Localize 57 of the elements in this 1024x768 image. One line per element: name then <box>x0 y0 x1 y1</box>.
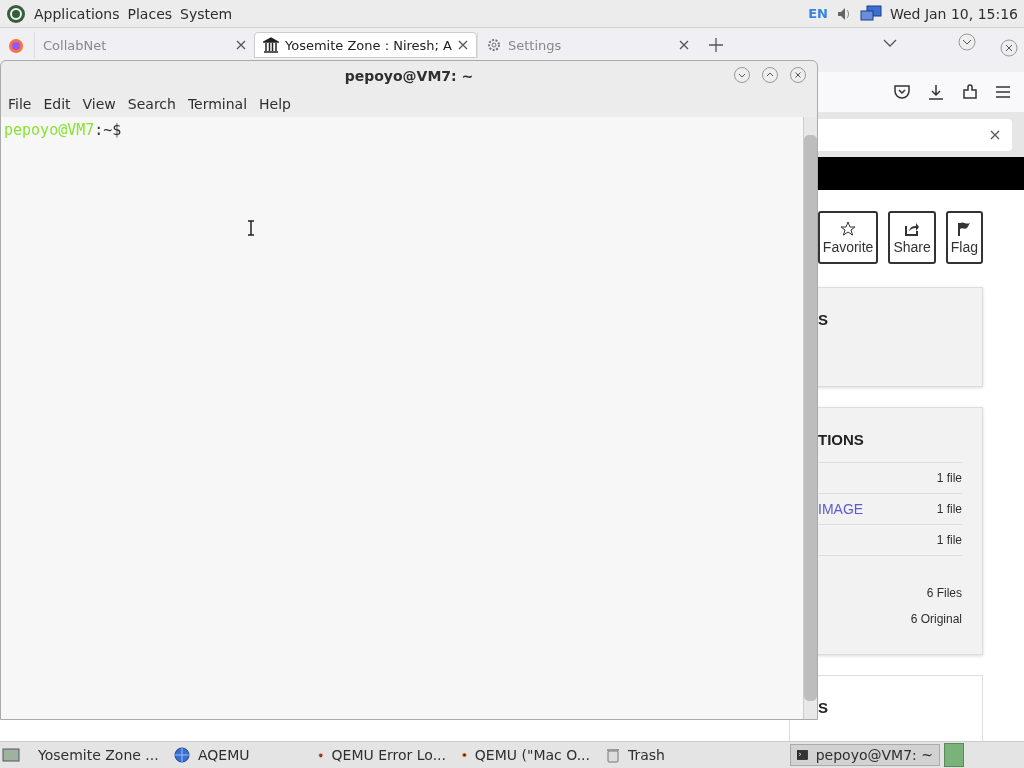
menu-item[interactable]: Search <box>127 94 176 114</box>
download-icon[interactable] <box>928 84 944 100</box>
close-icon[interactable] <box>679 40 689 50</box>
trash-icon <box>606 747 620 763</box>
star-icon <box>840 220 857 237</box>
panel-menu[interactable]: Applications <box>34 3 120 24</box>
card-heading: S <box>818 311 829 328</box>
close-icon[interactable] <box>789 66 807 84</box>
taskbar-item[interactable]: QEMU Error Lo... <box>312 744 452 766</box>
scrollbar[interactable] <box>803 117 817 719</box>
menu-item[interactable]: View <box>82 94 116 114</box>
panel-menu[interactable]: System <box>180 3 233 24</box>
total-count: 6 Files <box>925 586 962 602</box>
action-button[interactable]: Share <box>888 211 936 264</box>
close-icon[interactable] <box>990 129 1000 140</box>
workspace-switcher[interactable] <box>944 743 964 767</box>
pocket-icon[interactable] <box>894 84 910 100</box>
taskbar-item[interactable]: AQEMU <box>168 744 308 766</box>
menu-icon[interactable] <box>996 86 1010 98</box>
close-icon[interactable] <box>999 38 1019 58</box>
chevron-down-icon[interactable] <box>883 38 897 48</box>
card-heading: TIONS <box>818 431 865 448</box>
taskbar-item[interactable]: Yosemite Zone ... <box>24 744 164 766</box>
action-button[interactable]: Flag <box>945 211 983 264</box>
file-count: 1 file <box>936 502 962 516</box>
panel-menu[interactable]: Places <box>127 3 173 24</box>
card-heading: S <box>818 699 829 716</box>
flag-icon <box>957 220 972 237</box>
terminal-prompt: pepoyo@VM7:~$ <box>4 121 123 139</box>
network-icon[interactable] <box>859 4 882 23</box>
file-count: 1 file <box>936 471 962 485</box>
window-title: pepoyo@VM7: ~ <box>344 68 474 84</box>
show-desktop-icon[interactable] <box>2 746 20 764</box>
puzzle-icon[interactable] <box>962 84 978 100</box>
distro-logo-icon[interactable] <box>6 3 26 24</box>
terminal-icon <box>797 748 808 762</box>
browser-tab[interactable]: Yosemite Zone : Niresh; A <box>254 32 477 58</box>
firefox-icon <box>8 38 24 54</box>
menu-item[interactable]: Help <box>259 94 291 114</box>
text-cursor-icon <box>246 220 256 236</box>
close-icon[interactable] <box>458 40 468 50</box>
action-button[interactable]: Favorite <box>817 211 879 264</box>
file-type-link[interactable]: IMAGE <box>818 501 864 517</box>
close-icon[interactable] <box>236 40 246 50</box>
file-count: 1 file <box>936 533 962 547</box>
globe-icon <box>174 747 190 763</box>
menu-item[interactable]: Terminal <box>187 94 248 114</box>
menu-item[interactable]: File <box>8 94 32 114</box>
taskbar-item[interactable]: QEMU ("Mac O... <box>456 744 596 766</box>
new-tab-icon[interactable] <box>709 38 723 52</box>
taskbar-item[interactable]: Trash <box>600 744 740 766</box>
gear-icon <box>486 37 502 53</box>
total-count: 6 Original <box>909 612 962 628</box>
menu-item[interactable]: Edit <box>43 94 71 114</box>
clock[interactable]: Wed Jan 10, 15:16 <box>889 5 1018 22</box>
building-icon <box>263 37 279 53</box>
taskbar-item[interactable]: pepoyo@VM7: ~ <box>790 744 940 766</box>
